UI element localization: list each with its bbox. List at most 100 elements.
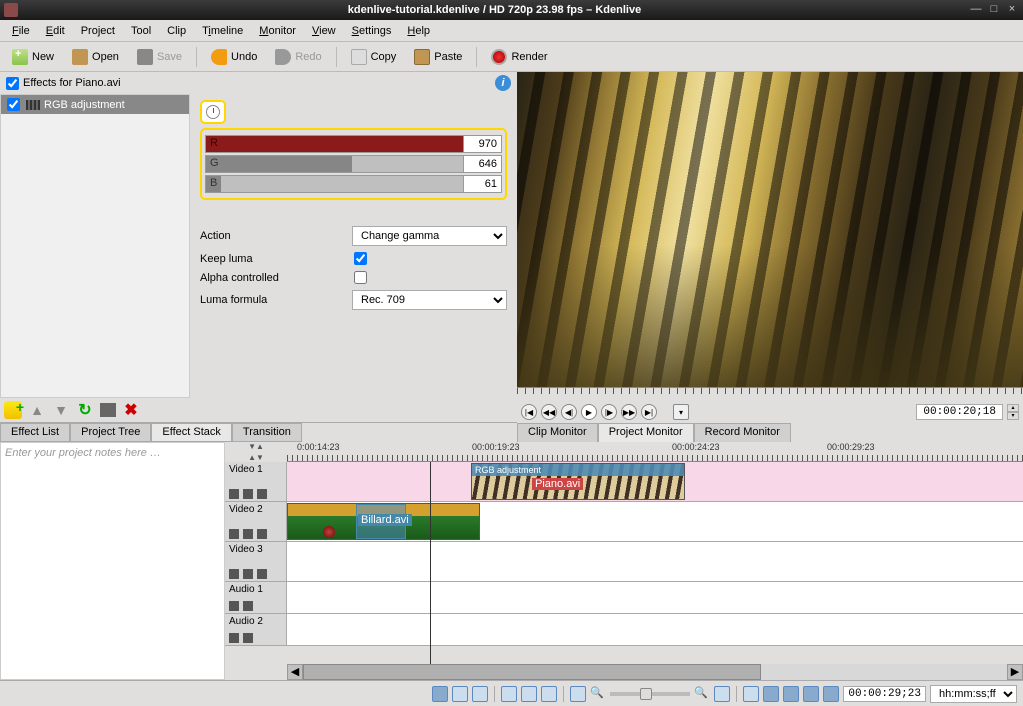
track-head-v1[interactable]: Video 1 [225,462,287,501]
tab-project-monitor[interactable]: Project Monitor [598,423,694,443]
maximize-button[interactable]: □ [987,3,1001,17]
scroll-right-button[interactable]: ▶ [1007,664,1023,680]
timeline-ruler[interactable]: 0:00:14:23 00:00:19:23 00:00:24:23 00:00… [287,442,1023,462]
effects-enabled-checkbox[interactable] [6,77,19,90]
undo-button[interactable]: Undo [203,46,265,68]
luma-formula-select[interactable]: Rec. 709 [352,290,507,310]
show-audio-thumbs-icon[interactable] [783,686,799,702]
menu-settings[interactable]: Settings [344,23,400,39]
save-effect-button[interactable] [100,403,116,417]
effect-item-rgb[interactable]: RGB adjustment [1,95,189,114]
hide-icon[interactable] [257,529,267,539]
track-head-a1[interactable]: Audio 1 [225,582,287,613]
hide-icon[interactable] [257,569,267,579]
menu-tool[interactable]: Tool [123,23,159,39]
show-video-thumbs-icon[interactable] [763,686,779,702]
slider-b[interactable]: B 61 [205,175,502,193]
save-button[interactable]: Save [129,46,190,68]
track-head-a2[interactable]: Audio 2 [225,614,287,645]
zoom-out-icon[interactable]: 🔍 [590,686,606,702]
mode-insert-icon[interactable] [541,686,557,702]
clip-piano[interactable]: RGB adjustment Piano.avi [471,463,685,500]
zoom-in-icon[interactable]: 🔍 [694,686,710,702]
track-head-v3[interactable]: Video 3 [225,542,287,581]
mute-icon[interactable] [243,489,253,499]
clip-billard[interactable]: Billard.avi [287,503,480,540]
monitor-timecode[interactable]: 00:00:20;18 [916,404,1003,420]
mute-icon[interactable] [243,633,253,643]
fit-zoom-icon[interactable] [714,686,730,702]
menu-timeline[interactable]: Timeline [194,23,251,39]
goto-end-button[interactable]: ▶| [641,404,657,420]
menu-help[interactable]: Help [399,23,438,39]
info-icon[interactable]: i [495,75,511,91]
goto-start-button[interactable]: |◀ [521,404,537,420]
new-button[interactable]: New [4,46,62,68]
show-markers-icon[interactable] [803,686,819,702]
copy-button[interactable]: Copy [343,46,405,68]
redo-button[interactable]: Redo [267,46,329,68]
play-button[interactable]: ▶ [581,404,597,420]
thumbnails-icon[interactable] [570,686,586,702]
menu-clip[interactable]: Clip [159,23,194,39]
slider-b-value[interactable]: 61 [464,175,502,193]
menu-file[interactable]: File [4,23,38,39]
mode-normal-icon[interactable] [501,686,517,702]
tool-select-icon[interactable] [432,686,448,702]
forward-button[interactable]: ▶▶ [621,404,637,420]
lock-icon[interactable] [229,569,239,579]
move-down-button[interactable]: ▼ [52,401,70,419]
slider-r[interactable]: R 970 [205,135,502,153]
slider-r-value[interactable]: 970 [464,135,502,153]
render-button[interactable]: Render [483,46,555,68]
track-body-v1[interactable]: RGB adjustment Piano.avi [287,462,1023,501]
tab-project-tree[interactable]: Project Tree [70,423,151,442]
lock-icon[interactable] [229,529,239,539]
open-button[interactable]: Open [64,46,127,68]
tab-effect-stack[interactable]: Effect Stack [151,423,232,442]
slider-g-value[interactable]: 646 [464,155,502,173]
close-button[interactable]: × [1005,3,1019,17]
keyframe-toggle[interactable] [200,100,226,124]
mute-icon[interactable] [243,601,253,611]
prev-frame-button[interactable]: ◀| [561,404,577,420]
alpha-checkbox[interactable] [354,271,367,284]
lock-icon[interactable] [229,489,239,499]
mode-overwrite-icon[interactable] [521,686,537,702]
lock-icon[interactable] [229,633,239,643]
paste-button[interactable]: Paste [406,46,470,68]
menu-edit[interactable]: Edit [38,23,73,39]
reset-effect-button[interactable]: ↻ [76,401,94,419]
track-body-a2[interactable] [287,614,1023,645]
timecode-spinner[interactable]: ▴▾ [1007,404,1019,420]
track-body-v3[interactable] [287,542,1023,581]
action-select[interactable]: Change gamma [352,226,507,246]
tab-record-monitor[interactable]: Record Monitor [694,423,791,443]
menu-view[interactable]: View [304,23,344,39]
effect-item-checkbox[interactable] [7,98,20,111]
tool-spacer-icon[interactable] [472,686,488,702]
zone-button[interactable]: ▾ [673,404,689,420]
next-frame-button[interactable]: |▶ [601,404,617,420]
menu-project[interactable]: Project [73,23,123,39]
track-head-v2[interactable]: Video 2 [225,502,287,541]
track-body-a1[interactable] [287,582,1023,613]
zoom-slider[interactable] [610,692,690,696]
auto-transition-icon[interactable] [823,686,839,702]
timecode-format-select[interactable]: hh:mm:ss;ff [930,685,1017,703]
move-up-button[interactable]: ▲ [28,401,46,419]
menu-monitor[interactable]: Monitor [251,23,304,39]
rewind-button[interactable]: ◀◀ [541,404,557,420]
project-notes[interactable]: Enter your project notes here … [0,442,225,680]
snap-icon[interactable] [743,686,759,702]
delete-effect-button[interactable]: ✖ [122,401,140,419]
track-body-v2[interactable]: Billard.avi [287,502,1023,541]
playhead[interactable] [430,462,431,664]
tool-razor-icon[interactable] [452,686,468,702]
tab-effect-list[interactable]: Effect List [0,423,70,442]
tab-clip-monitor[interactable]: Clip Monitor [517,423,598,443]
scrollbar-thumb[interactable] [303,664,761,680]
mute-icon[interactable] [243,569,253,579]
scroll-left-button[interactable]: ◀ [287,664,303,680]
hide-icon[interactable] [257,489,267,499]
